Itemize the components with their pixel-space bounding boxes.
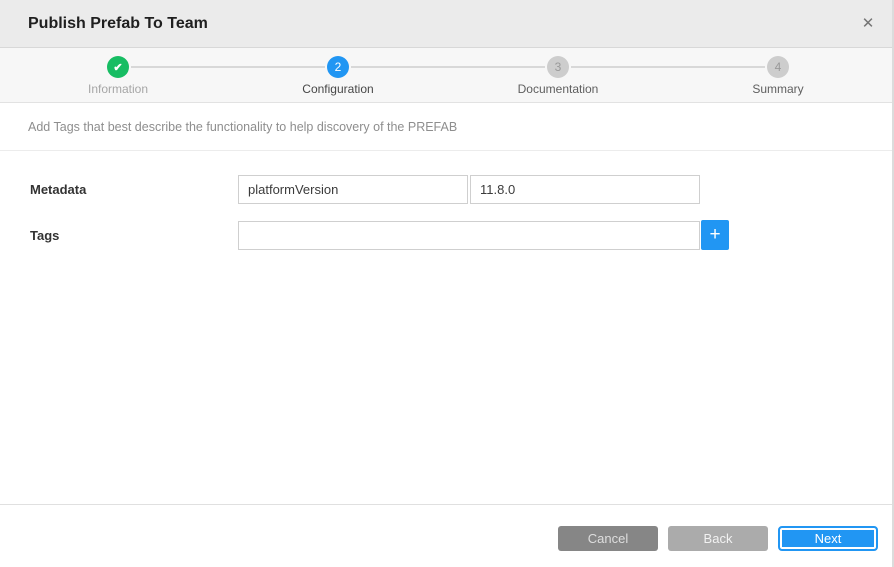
back-button[interactable]: Back [668, 526, 768, 551]
configuration-form: Metadata Tags + [0, 152, 894, 250]
tags-label: Tags [30, 228, 238, 243]
wizard-stepper: ✔ Information 2 Configuration 3 Document… [0, 48, 894, 103]
plus-icon: + [709, 224, 720, 245]
step-label: Configuration [228, 82, 448, 96]
helper-text: Add Tags that best describe the function… [28, 104, 457, 150]
tags-input[interactable] [238, 221, 700, 250]
step-label: Information [8, 82, 228, 96]
metadata-label: Metadata [30, 182, 238, 197]
metadata-value-input[interactable] [470, 175, 700, 204]
publish-prefab-dialog: Publish Prefab To Team ✕ ✔ Information 2… [0, 0, 894, 567]
dialog-title: Publish Prefab To Team [28, 0, 208, 48]
step-number-badge: 3 [547, 56, 569, 78]
check-icon: ✔ [107, 56, 129, 78]
dialog-footer: Cancel Back Next [0, 504, 894, 567]
step-summary[interactable]: 4 Summary [668, 56, 888, 96]
helper-text-row: Add Tags that best describe the function… [0, 104, 894, 151]
step-label: Summary [668, 82, 888, 96]
step-information[interactable]: ✔ Information [8, 56, 228, 96]
dialog-header: Publish Prefab To Team ✕ [0, 0, 894, 48]
step-configuration[interactable]: 2 Configuration [228, 56, 448, 96]
tags-row: Tags + [0, 220, 894, 250]
close-icon[interactable]: ✕ [856, 12, 880, 36]
next-button[interactable]: Next [778, 526, 878, 551]
step-label: Documentation [448, 82, 668, 96]
step-documentation[interactable]: 3 Documentation [448, 56, 668, 96]
metadata-key-input[interactable] [238, 175, 468, 204]
step-number-badge: 2 [327, 56, 349, 78]
metadata-row: Metadata [0, 175, 894, 204]
add-tag-button[interactable]: + [701, 220, 729, 250]
cancel-button[interactable]: Cancel [558, 526, 658, 551]
step-number-badge: 4 [767, 56, 789, 78]
